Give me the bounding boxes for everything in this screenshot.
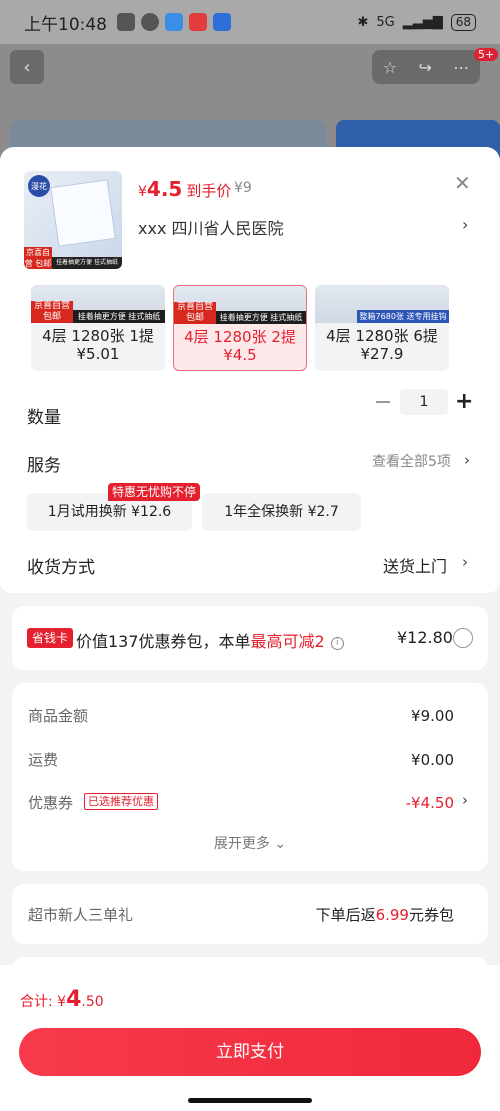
bluetooth-icon: ✱ — [357, 14, 369, 30]
notification-icons — [117, 13, 231, 31]
service-label: 服务 — [27, 456, 61, 476]
mute-icon — [117, 13, 135, 31]
delivery-address[interactable]: xxx 四川省人民医院 — [138, 215, 284, 239]
variant-name: 4层 1280张 6提 — [326, 327, 438, 345]
variant-image: 京喜自营 包邮 挂着抽更方便 挂式抽纸 — [174, 286, 306, 324]
cost-summary-card: 商品金额 ¥9.00 运费 ¥0.00 优惠券 已选推荐优惠 -¥4.50 › … — [12, 683, 488, 871]
thumb-strip: 挂着抽更方便 挂式抽纸 — [52, 257, 122, 269]
product-header: 漫花 京喜自营 包邮 挂着抽更方便 挂式抽纸 ¥4.5 到手价 ¥9 ✕ xxx … — [0, 147, 500, 285]
quantity-label: 数量 — [27, 408, 61, 428]
variant-price: ¥27.9 — [360, 345, 404, 363]
cost-value: ¥9.00 — [411, 707, 454, 725]
savings-price: ¥12.80 — [397, 628, 453, 647]
network-label: 5G — [376, 14, 395, 30]
star-icon[interactable]: ☆ — [383, 58, 397, 77]
top-toolbar: ☆ ↪ ⋯ — [372, 50, 480, 84]
reward-suffix: 元券包 — [408, 906, 454, 924]
status-bar: 上午10:48 ✱ 5G ▂▃▅▇ 68 — [0, 0, 500, 44]
reward-prefix: 下单后返 — [315, 906, 376, 924]
new-user-reward: 下单后返6.99元券包 — [316, 904, 454, 925]
coupon-value[interactable]: -¥4.50 — [406, 794, 454, 812]
variant-image: 京喜自营 包邮 挂着抽更方便 挂式抽纸 — [31, 285, 165, 323]
service-view-all-link[interactable]: 查看全部5项 — [372, 451, 451, 471]
savings-highlight: 最高可减2 — [250, 632, 325, 651]
chevron-right-icon[interactable]: › — [462, 553, 468, 571]
chevron-right-icon[interactable]: › — [464, 451, 470, 469]
savings-radio[interactable] — [453, 628, 473, 648]
new-user-label: 超市新人三单礼 — [28, 906, 134, 924]
cost-label: 商品金额 — [28, 707, 89, 725]
tissue-pack-image — [50, 179, 116, 247]
chevron-right-icon[interactable]: › — [462, 791, 468, 809]
quantity-increase-button[interactable]: + — [455, 389, 473, 415]
price-symbol: ¥ — [138, 184, 147, 200]
coupon-tag: 已选推荐优惠 — [84, 793, 158, 810]
system-indicators: ✱ 5G ▂▃▅▇ 68 — [357, 13, 476, 31]
expand-more-label: 展开更多 — [213, 836, 270, 852]
variant-price: ¥4.5 — [223, 346, 257, 364]
quantity-input[interactable]: 1 — [400, 389, 448, 415]
price-value: 4.5 — [146, 177, 183, 201]
original-price: ¥9 — [234, 180, 252, 196]
total-integer: 4 — [66, 987, 82, 1012]
variant-tag: 京喜自营 包邮 — [31, 301, 73, 323]
alarm-icon — [141, 13, 159, 31]
service-option[interactable]: 1年全保换新 ¥2.7 — [202, 493, 361, 531]
variant-option[interactable]: 京喜自营 包邮 挂着抽更方便 挂式抽纸 4层 1280张 1提 ¥5.01 — [31, 285, 165, 371]
savings-text: 价值137优惠券包，本单最高可减2 i — [76, 628, 344, 652]
more-icon[interactable]: ⋯ — [453, 58, 469, 77]
variant-tag: 京喜自营 包邮 — [174, 302, 216, 324]
battery-icon: 68 — [450, 13, 476, 31]
new-user-card: 超市新人三单礼 下单后返6.99元券包 — [12, 884, 488, 944]
variant-list: 京喜自营 包邮 挂着抽更方便 挂式抽纸 4层 1280张 1提 ¥5.01 京喜… — [0, 285, 500, 375]
variant-strip: 挂着抽更方便 挂式抽纸 — [73, 310, 165, 323]
chevron-right-icon[interactable]: › — [462, 215, 468, 234]
message-badge: 5+ — [474, 48, 499, 61]
savings-badge: 省钱卡 — [27, 628, 74, 648]
status-time: 上午10:48 — [24, 14, 107, 35]
checkout-footer: 合计: ¥4.50 立即支付 — [0, 965, 500, 1111]
delivery-method[interactable]: 送货上门 — [383, 553, 447, 577]
savings-card[interactable]: 省钱卡 价值137优惠券包，本单最高可减2 i ¥12.80 — [12, 606, 488, 670]
quantity-decrease-button[interactable] — [376, 401, 390, 403]
variant-option[interactable]: 整箱7680张 送专用挂钩 4层 1280张 6提 ¥27.9 — [315, 285, 449, 371]
delivery-label: 收货方式 — [27, 558, 95, 578]
home-indicator[interactable] — [188, 1098, 312, 1103]
cost-value: ¥0.00 — [411, 751, 454, 769]
price-label: 到手价 — [186, 182, 232, 200]
chevron-down-icon: ⌄ — [274, 836, 287, 852]
variant-option-selected[interactable]: 京喜自营 包邮 挂着抽更方便 挂式抽纸 4层 1280张 2提 ¥4.5 — [173, 285, 307, 371]
share-icon[interactable]: ↪ — [418, 58, 431, 77]
info-icon[interactable]: i — [330, 637, 344, 650]
variant-price: ¥5.01 — [76, 345, 120, 363]
signal-icon: ▂▃▅▇ — [402, 14, 443, 30]
brand-logo: 漫花 — [28, 175, 50, 197]
close-icon[interactable]: ✕ — [454, 173, 471, 193]
thumb-tag: 京喜自营 包邮 — [24, 247, 52, 269]
cost-label: 运费 — [28, 751, 59, 769]
expand-more-button[interactable]: 展开更多 ⌄ — [12, 833, 488, 853]
total-label: 合计: — [20, 994, 53, 1010]
product-thumbnail[interactable]: 漫花 京喜自营 包邮 挂着抽更方便 挂式抽纸 — [24, 171, 122, 269]
service-promo-tag: 特惠无忧购不停 — [108, 483, 201, 501]
savings-description: 价值137优惠券包，本单 — [76, 632, 251, 651]
total-decimal: .50 — [81, 994, 104, 1010]
variant-name: 4层 1280张 1提 — [42, 327, 154, 345]
pay-now-button[interactable]: 立即支付 — [19, 1028, 481, 1076]
cost-label: 优惠券 — [28, 794, 74, 812]
app-notification-icon — [213, 13, 231, 31]
purchase-options: 数量 1 + 服务 查看全部5项 › 1月试用换新 ¥12.6 1年全保换新 ¥… — [0, 375, 500, 593]
app-notification-icon — [189, 13, 207, 31]
purchase-sheet: 漫花 京喜自营 包邮 挂着抽更方便 挂式抽纸 ¥4.5 到手价 ¥9 ✕ xxx … — [0, 147, 500, 1111]
variant-name: 4层 1280张 2提 — [184, 328, 296, 346]
reward-amount: 6.99 — [375, 906, 409, 924]
variant-strip: 整箱7680张 送专用挂钩 — [357, 310, 449, 323]
variant-strip: 挂着抽更方便 挂式抽纸 — [216, 311, 306, 324]
total-symbol: ¥ — [57, 994, 67, 1010]
app-notification-icon — [165, 13, 183, 31]
back-icon[interactable]: ‹ — [10, 50, 44, 84]
order-total: 合计: ¥4.50 — [20, 987, 104, 1012]
variant-image: 整箱7680张 送专用挂钩 — [315, 285, 449, 323]
final-price: ¥4.5 到手价 — [138, 177, 231, 201]
